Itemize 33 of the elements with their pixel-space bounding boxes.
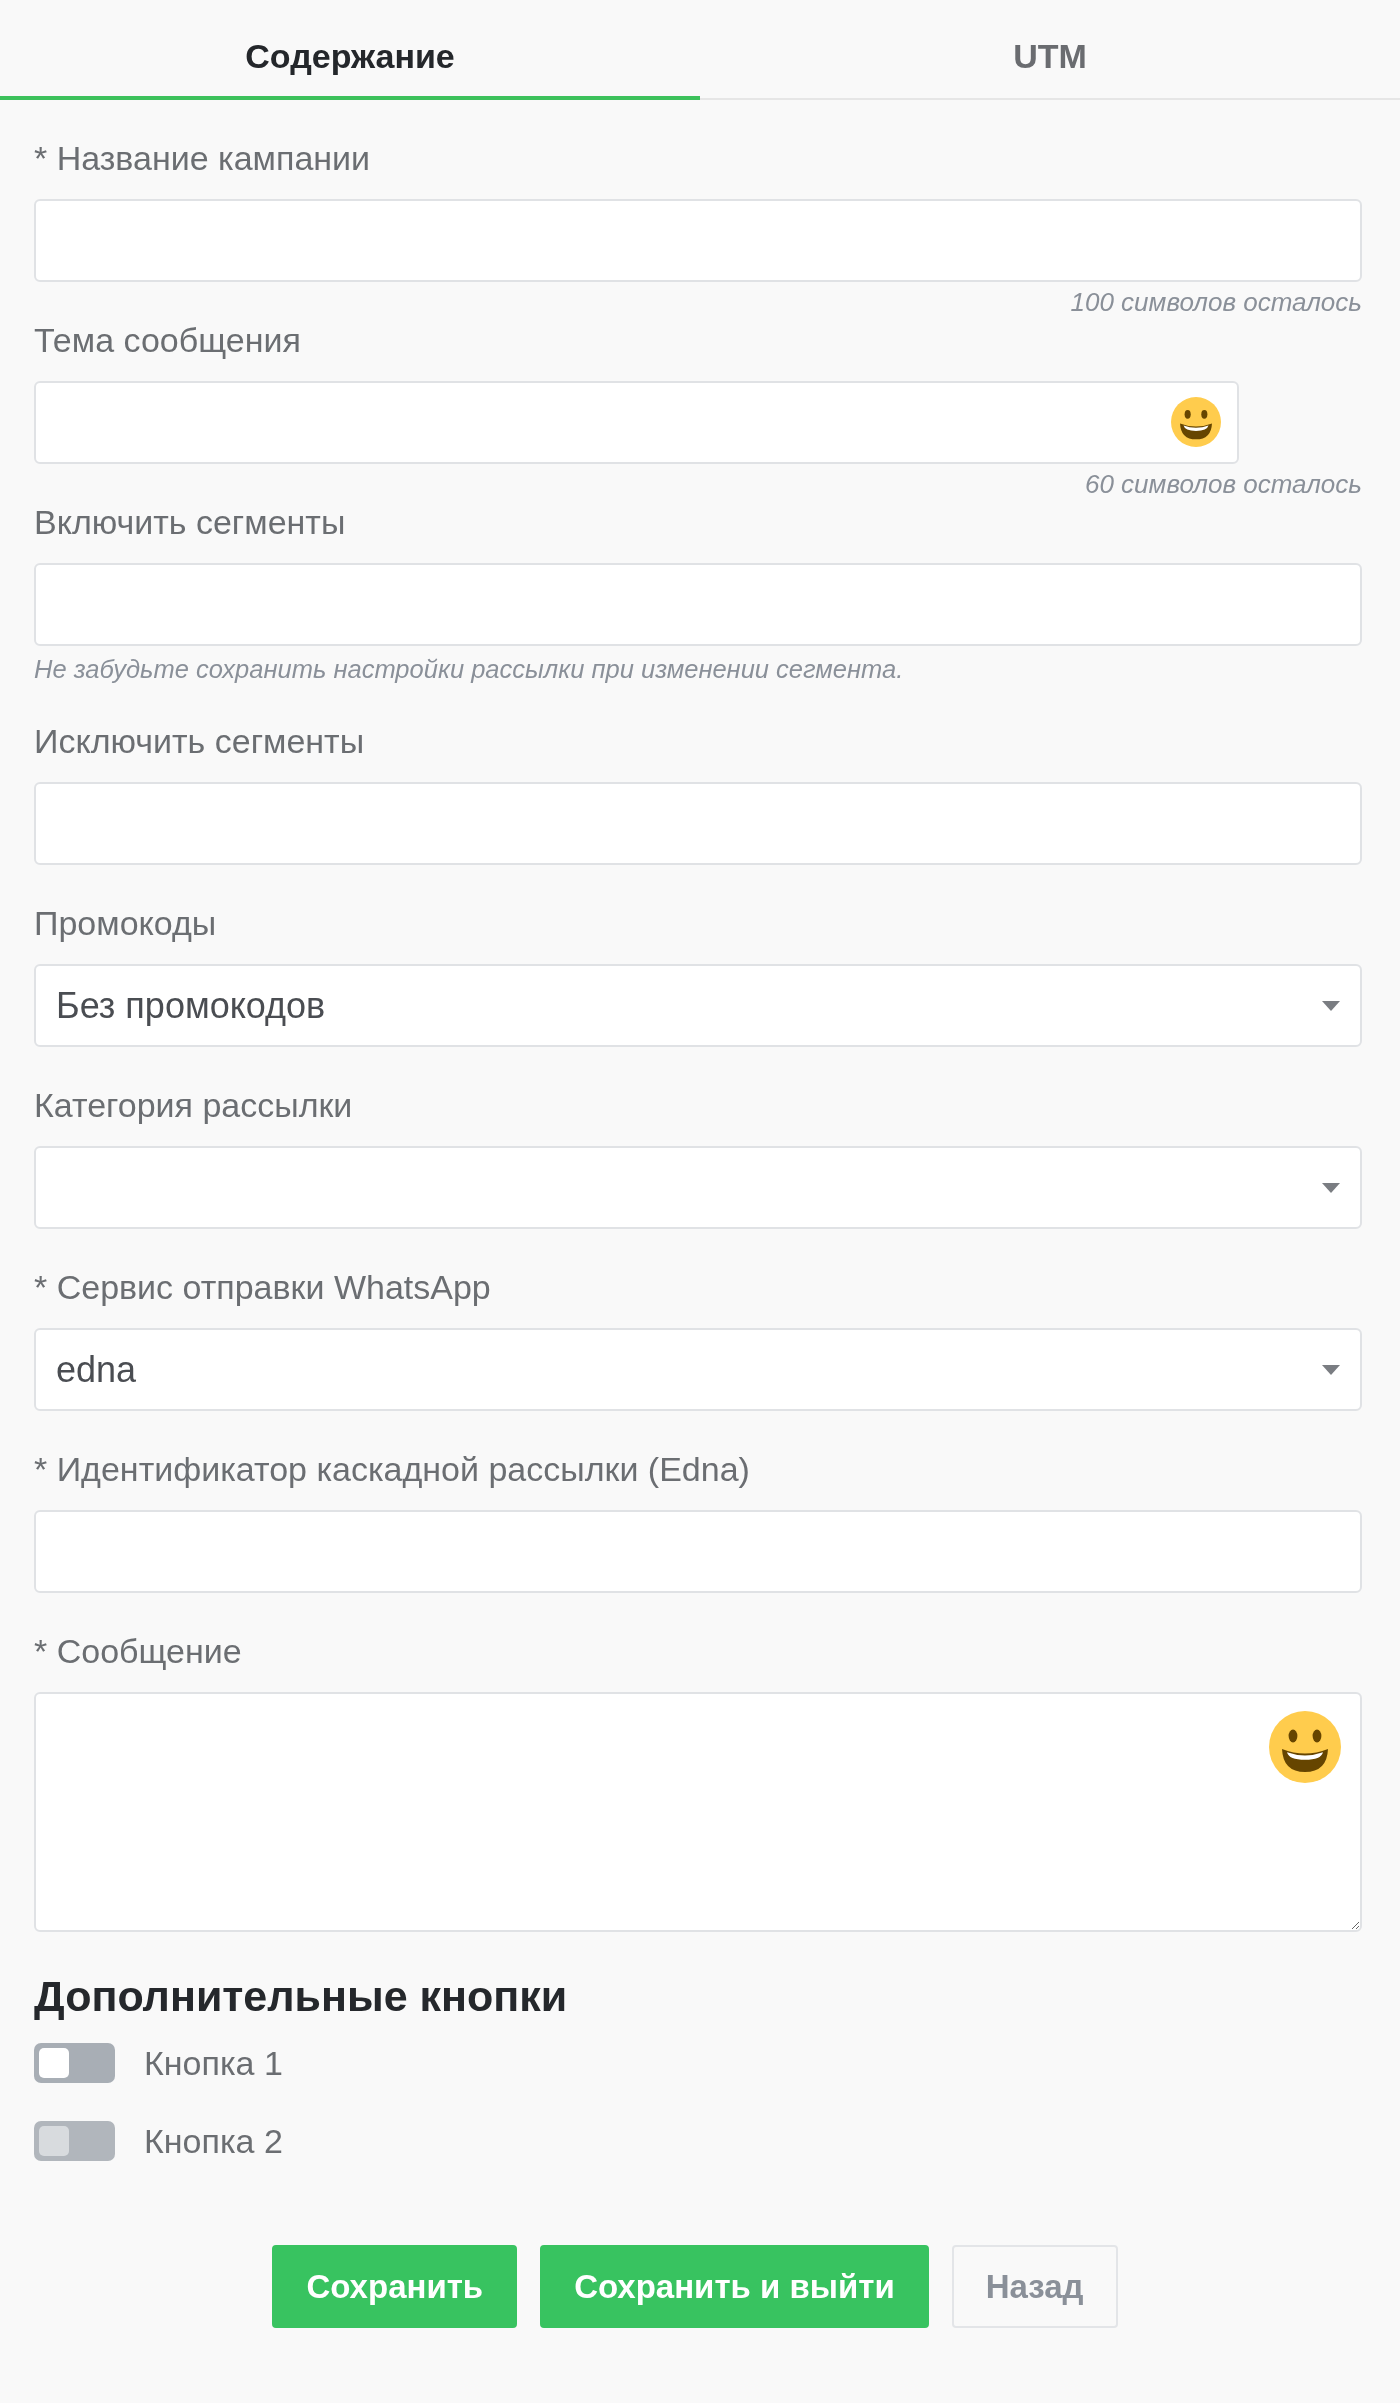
help-text: Не забудьте сохранить настройки рассылки при изменении сегмента. (34, 654, 905, 684)
dropdown-field[interactable]: Без промокодов (34, 964, 1362, 1047)
input-field[interactable] (34, 381, 1239, 464)
char-counter: 60 символов осталось (1083, 469, 1362, 499)
tab[interactable]: UTM (700, 0, 1400, 100)
toggle-label: Кнопка 2 (144, 2121, 283, 2161)
smiley-icon[interactable] (1171, 397, 1221, 447)
field-label: * Название кампании (34, 138, 372, 178)
caret-icon (1322, 1000, 1340, 1011)
message-field[interactable] (34, 1692, 1362, 1932)
section-heading: Дополнительные кнопки (34, 1972, 569, 2020)
back-button[interactable]: Назад (951, 2245, 1118, 2328)
field-label: Промокоды (34, 903, 218, 943)
tab[interactable]: Содержание (0, 0, 700, 100)
input-field[interactable] (34, 1510, 1362, 1593)
field-label: Категория рассылки (34, 1085, 354, 1125)
caret-icon (1322, 1364, 1340, 1375)
toggle-label: Кнопка 1 (144, 2043, 283, 2083)
field-label: * Идентификатор каскадной рассылки (Edna) (34, 1449, 751, 1489)
field-label: * Сообщение (34, 1631, 243, 1671)
dropdown-field[interactable]: edna (34, 1328, 1362, 1411)
input-field[interactable] (34, 199, 1362, 282)
field-label: Тема сообщения (34, 320, 302, 360)
toggle-switch[interactable] (34, 2043, 115, 2083)
caret-icon (1322, 1182, 1340, 1193)
smiley-icon[interactable] (1269, 1711, 1341, 1783)
field-label: Включить сегменты (34, 502, 347, 542)
input-field[interactable] (34, 782, 1362, 865)
dropdown-field[interactable] (34, 1146, 1362, 1229)
field-label: Исключить сегменты (34, 721, 366, 761)
char-counter: 100 символов осталось (1069, 287, 1362, 317)
field-label: * Сервис отправки WhatsApp (34, 1267, 492, 1307)
input-field[interactable] (34, 563, 1362, 646)
